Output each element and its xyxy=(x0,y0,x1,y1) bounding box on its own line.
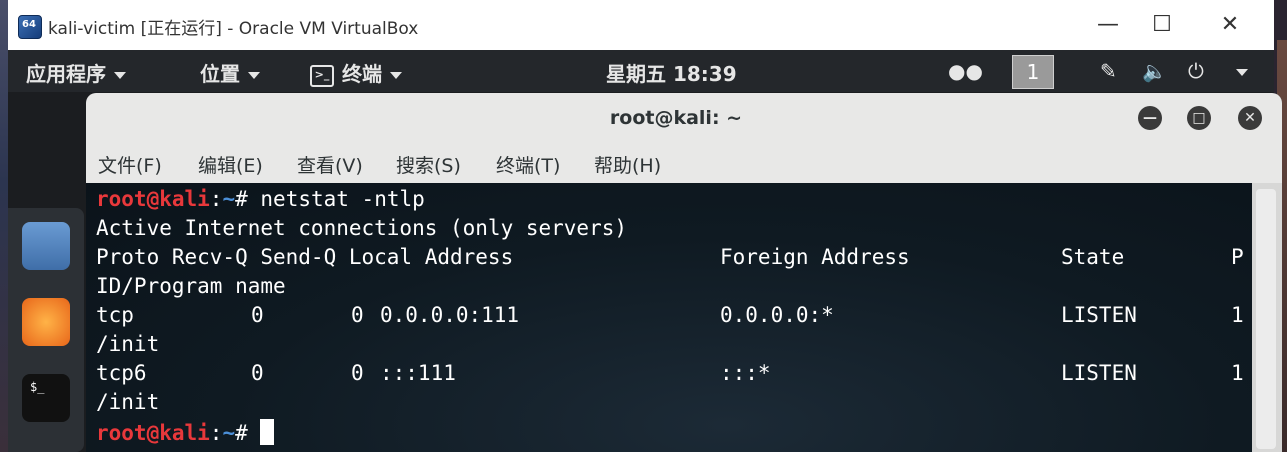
row-wrap: /init xyxy=(96,390,160,414)
vbox-window-title: kali-victim [正在运行] - Oracle VM VirtualBo… xyxy=(48,19,419,39)
close-button[interactable]: ✕ xyxy=(1210,8,1250,42)
terminal-scrollbar[interactable] xyxy=(1252,183,1282,452)
applications-menu[interactable]: 应用程序 xyxy=(26,58,126,87)
row-local: :::111 xyxy=(380,361,456,385)
row-pid: 1 xyxy=(1231,303,1244,327)
row-state: LISTEN xyxy=(1061,303,1137,327)
row-recvq: 0 xyxy=(251,303,264,327)
virtualbox-window: 64 kali-victim [正在运行] - Oracle VM Virtua… xyxy=(8,0,1282,452)
row-sendq: 0 xyxy=(351,361,364,385)
firefox-icon[interactable] xyxy=(22,298,70,346)
terminal-dock-icon[interactable]: $_ xyxy=(22,374,70,422)
workspace-indicator[interactable]: 1 xyxy=(1012,55,1054,89)
row-pid: 1 xyxy=(1231,361,1244,385)
row-foreign: :::* xyxy=(720,361,771,385)
column-state: State xyxy=(1061,245,1125,269)
row-local: 0.0.0.0:111 xyxy=(380,303,520,327)
row-recvq: 0 xyxy=(251,361,264,385)
maximize-button[interactable]: ☐ xyxy=(1142,8,1182,42)
power-icon[interactable]: ⏻ xyxy=(1188,59,1204,83)
menu-search[interactable]: 搜索(S) xyxy=(396,151,461,178)
terminal-maximize-icon[interactable]: □ xyxy=(1187,106,1211,130)
row-proto: tcp6 xyxy=(96,361,147,385)
text-cursor xyxy=(260,419,275,445)
output-header: Active Internet connections (only server… xyxy=(96,216,628,240)
command-line: root@kali:~# netstat -ntlp xyxy=(96,187,425,211)
terminal-minimize-icon[interactable]: — xyxy=(1138,106,1162,130)
network-icon[interactable]: ●● xyxy=(948,59,983,83)
terminal-menubar: 文件(F) 编辑(E) 查看(V) 搜索(S) 终端(T) 帮助(H) xyxy=(86,143,1282,183)
column-proto-local: Proto Recv-Q Send-Q Local Address xyxy=(96,245,514,269)
menu-terminal[interactable]: 终端(T) xyxy=(496,151,560,178)
dock: $_ xyxy=(8,208,84,452)
terminal-icon: >_ xyxy=(310,64,334,87)
terminal-title: root@kali: ~ xyxy=(609,107,743,129)
chevron-down-icon xyxy=(248,72,260,79)
row-wrap: /init xyxy=(96,332,160,356)
terminal-close-icon[interactable]: ✕ xyxy=(1238,106,1262,130)
row-state: LISTEN xyxy=(1061,361,1137,385)
menu-view[interactable]: 查看(V) xyxy=(297,151,363,178)
terminal-headerbar[interactable]: root@kali: ~ — □ ✕ xyxy=(86,93,1282,143)
column-pid-wrap: ID/Program name xyxy=(96,274,286,298)
terminal-output[interactable]: root@kali:~# netstat -ntlp Active Intern… xyxy=(86,183,1252,452)
gnome-top-bar: 应用程序 位置 >_ 终端 星期五 18:39 ●● 1 ✎ 🔈 ⏻ xyxy=(8,50,1274,92)
virtualbox-logo-icon: 64 xyxy=(18,15,42,39)
chevron-down-icon xyxy=(114,72,126,79)
current-prompt: root@kali:~# xyxy=(96,419,275,445)
chevron-down-icon xyxy=(390,72,402,79)
row-sendq: 0 xyxy=(351,303,364,327)
files-icon[interactable] xyxy=(22,222,70,270)
scrollbar-thumb[interactable] xyxy=(1256,189,1276,449)
terminal-app-menu[interactable]: >_ 终端 xyxy=(310,58,402,87)
pen-icon[interactable]: ✎ xyxy=(1100,59,1117,83)
system-menu-chevron-icon[interactable] xyxy=(1228,59,1248,83)
menu-file[interactable]: 文件(F) xyxy=(98,151,162,178)
clock[interactable]: 星期五 18:39 xyxy=(606,58,737,87)
vbox-titlebar[interactable]: 64 kali-victim [正在运行] - Oracle VM Virtua… xyxy=(8,0,1274,50)
volume-icon[interactable]: 🔈 xyxy=(1142,59,1167,83)
menu-edit[interactable]: 编辑(E) xyxy=(198,151,263,178)
terminal-window: root@kali: ~ — □ ✕ 文件(F) 编辑(E) 查看(V) 搜索(… xyxy=(86,93,1282,452)
row-proto: tcp xyxy=(96,303,134,327)
row-foreign: 0.0.0.0:* xyxy=(720,303,834,327)
host-desktop-left xyxy=(0,0,8,452)
column-pid: P xyxy=(1231,245,1244,269)
minimize-button[interactable]: — xyxy=(1088,8,1128,42)
places-menu[interactable]: 位置 xyxy=(200,58,260,87)
menu-help[interactable]: 帮助(H) xyxy=(594,151,661,178)
column-foreign: Foreign Address xyxy=(720,245,910,269)
